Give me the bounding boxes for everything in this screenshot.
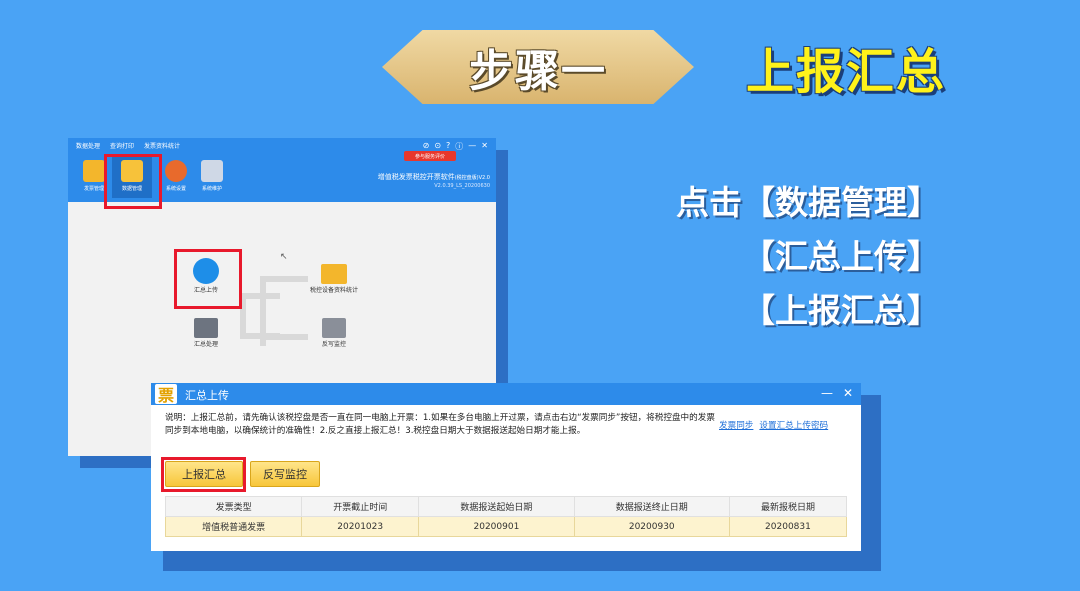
menu-query-print[interactable]: 查询打印 [110, 141, 134, 150]
column-header: 开票截止时间 [301, 496, 420, 517]
table-header-row: 发票类型 开票截止时间 数据报送起始日期 数据报送终止日期 最新报税日期 [164, 496, 848, 517]
table-cell: 20201023 [301, 516, 420, 537]
flow-device-stats[interactable]: 税控设备资料统计 [304, 264, 364, 295]
instruction-line-3: 【上报汇总】 [742, 291, 940, 330]
flow-label: 汇总处理 [193, 341, 218, 348]
writeback-monitor-button[interactable]: 反写监控 [250, 461, 320, 487]
app-menu: 数据处理 查询打印 发票资料统计 [76, 141, 180, 150]
invoice-logo-icon: 票 [155, 384, 177, 405]
tools-icon [201, 160, 223, 182]
app-title: 增值税发票税控开票软件(税控盘版)V2.0 [377, 173, 490, 181]
gear-icon [165, 160, 187, 182]
step-label: 步骤一 [469, 46, 607, 97]
table-cell: 20200930 [573, 516, 730, 537]
column-header: 最新报税日期 [728, 496, 848, 517]
toolbar-system-settings[interactable]: 系统设置 [156, 160, 196, 192]
column-header: 发票类型 [164, 496, 303, 517]
close-icon[interactable]: ✕ [843, 386, 853, 400]
menu-invoice-stats[interactable]: 发票资料统计 [144, 141, 180, 150]
table-cell: 增值税普通发票 [164, 516, 303, 537]
app-version: V2.0.39_LS_20200630 [434, 183, 490, 189]
flow-writeback-monitor[interactable]: 反写监控 [304, 318, 364, 349]
toolbar-system-maintenance[interactable]: 系统维护 [192, 160, 232, 192]
monitor-icon [194, 318, 218, 338]
dialog-note: 说明：上报汇总前，请先确认该税控盘是否一直在同一电脑上开票：1.如果在多台电脑上… [165, 413, 715, 436]
invoice-sync-link[interactable]: 发票同步 [719, 419, 753, 431]
service-evaluation-button[interactable]: 参与服务评价 [404, 151, 456, 161]
flow-label: 反写监控 [321, 341, 346, 348]
highlight-report-summary [161, 457, 246, 492]
dialog-titlebar: 票 汇总上传 — ✕ [151, 383, 861, 405]
step-title: 上报汇总 [746, 44, 947, 100]
instruction-line-1: 点击【数据管理】 [676, 183, 940, 222]
toolbar-label: 系统维护 [201, 186, 222, 192]
flow-connector [260, 334, 308, 340]
highlight-data-management [104, 154, 162, 209]
folder-stats-icon [321, 264, 347, 284]
info-icon[interactable]: ⓘ [455, 141, 463, 152]
flow-label: 税控设备资料统计 [309, 287, 358, 294]
close-icon[interactable]: ✕ [481, 141, 488, 152]
set-upload-password-link[interactable]: 设置汇总上传密码 [759, 419, 828, 431]
highlight-summary-upload [174, 249, 242, 309]
table-cell: 20200901 [418, 516, 575, 537]
dialog-controls: — ✕ [821, 386, 853, 400]
summary-upload-dialog: 票 汇总上传 — ✕ 说明：上报汇总前，请先确认该税控盘是否一直在同一电脑上开票… [151, 383, 861, 551]
column-header: 数据报送终止日期 [573, 496, 730, 517]
dialog-title: 汇总上传 [185, 389, 229, 402]
dialog-links: 发票同步 设置汇总上传密码 [719, 419, 828, 431]
printer-icon [322, 318, 346, 338]
flow-summary-process[interactable]: 汇总处理 [176, 318, 236, 349]
summary-table: 发票类型 开票截止时间 数据报送起始日期 数据报送终止日期 最新报税日期 增值税… [164, 496, 848, 537]
minimize-icon[interactable]: — [821, 386, 833, 400]
column-header: 数据报送起始日期 [418, 496, 575, 517]
instruction-line-2: 【汇总上传】 [742, 237, 940, 276]
toolbar-label: 系统设置 [165, 186, 186, 192]
table-row[interactable]: 增值税普通发票 20201023 20200901 20200930 20200… [164, 516, 848, 537]
table-cell: 20200831 [728, 516, 848, 537]
mouse-cursor-icon: ↖ [280, 252, 288, 262]
minimize-icon[interactable]: — [468, 141, 476, 152]
flow-connector [260, 276, 308, 282]
menu-data-processing[interactable]: 数据处理 [76, 141, 100, 150]
folder-icon [83, 160, 105, 182]
